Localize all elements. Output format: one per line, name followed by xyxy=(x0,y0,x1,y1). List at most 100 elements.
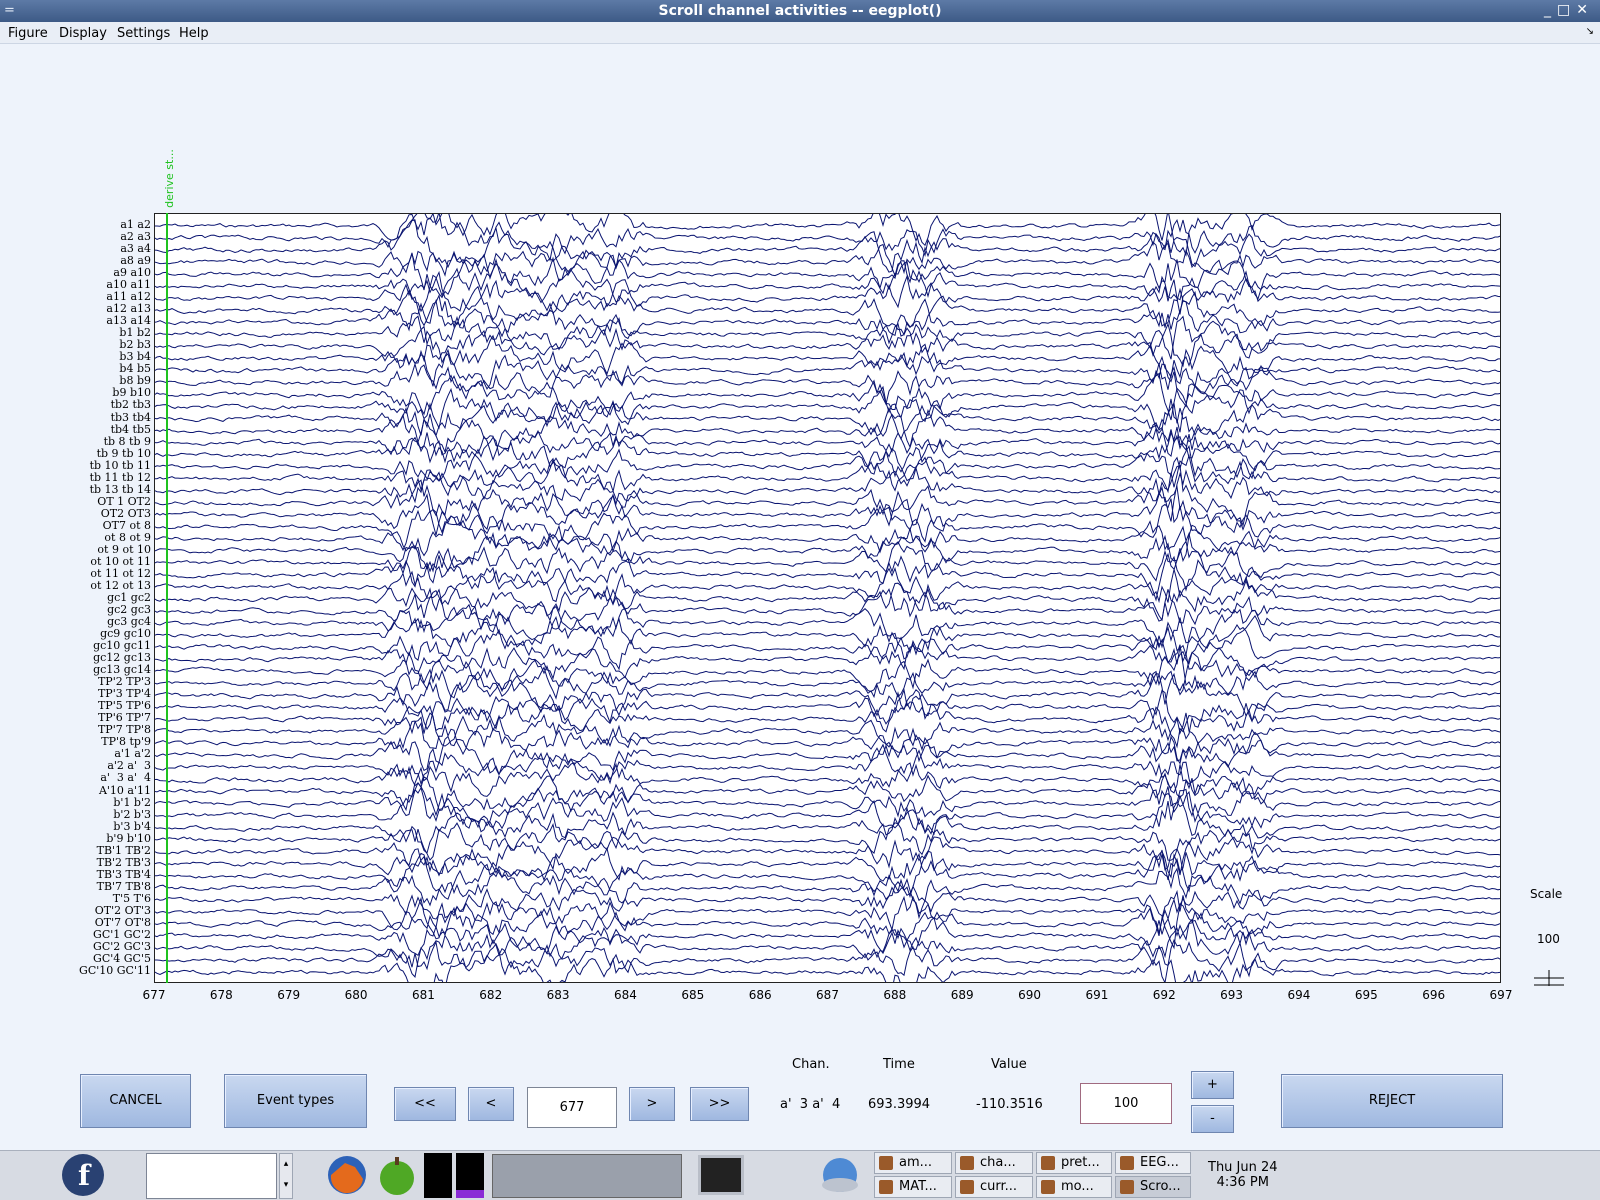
menu-figure[interactable]: Figure xyxy=(8,26,48,41)
dock-arrow-icon[interactable]: ↘ xyxy=(1586,26,1594,37)
channel-label: OT7 ot 8 xyxy=(102,518,151,532)
clock-date: Thu Jun 24 xyxy=(1208,1160,1278,1175)
channel-trace xyxy=(155,270,1500,315)
task-label: curr... xyxy=(980,1179,1018,1194)
task-eeg[interactable]: EEG... xyxy=(1115,1152,1191,1174)
channel-trace xyxy=(155,464,1500,527)
x-tick-label: 685 xyxy=(681,988,705,1002)
channel-trace xyxy=(155,287,1500,338)
channel-label: b'2 b'3 xyxy=(113,807,151,821)
minimize-icon[interactable]: _ xyxy=(1544,2,1557,18)
next-page-button[interactable]: > xyxy=(629,1087,675,1121)
eeg-plot-area[interactable] xyxy=(154,213,1501,983)
apple-app-icon[interactable] xyxy=(375,1153,419,1197)
svg-text:f: f xyxy=(78,1159,92,1192)
app-icon xyxy=(960,1180,974,1194)
event-types-button[interactable]: Event types xyxy=(224,1074,367,1128)
channel-trace xyxy=(155,515,1500,563)
clock[interactable]: Thu Jun 24 4:36 PM xyxy=(1208,1160,1278,1190)
channel-label: b'1 b'2 xyxy=(113,795,151,809)
x-tick-label: 688 xyxy=(883,988,907,1002)
matlab-icon xyxy=(879,1180,893,1194)
task-scro[interactable]: Scro... xyxy=(1115,1176,1191,1198)
channel-label-list: a1 a2 a2 a3 a3 a4 a8 a9 a9 a10 a10 a11 a11 a12… xyxy=(0,213,151,983)
terminal-icon[interactable] xyxy=(456,1153,484,1198)
channel-trace xyxy=(155,498,1500,552)
scale-input[interactable]: 100 xyxy=(1080,1083,1172,1124)
x-tick-label: 695 xyxy=(1354,988,1378,1002)
x-tick-label: 680 xyxy=(344,988,368,1002)
position-input[interactable]: 677 xyxy=(527,1087,617,1128)
last-page-button[interactable]: >> xyxy=(690,1087,749,1121)
channel-trace xyxy=(155,422,1500,464)
scale-value: 100 xyxy=(1537,932,1560,946)
channel-trace xyxy=(155,241,1500,278)
chan-header: Chan. xyxy=(792,1057,830,1072)
cancel-button[interactable]: CANCEL xyxy=(80,1074,191,1128)
x-tick-label: 690 xyxy=(1018,988,1041,1002)
increase-scale-button[interactable]: + xyxy=(1191,1071,1234,1099)
task-label: EEG... xyxy=(1140,1155,1179,1170)
run-input[interactable] xyxy=(146,1153,277,1199)
fedora-logo-icon[interactable]: f xyxy=(60,1152,106,1198)
run-input-spinner[interactable]: ▴ ▾ xyxy=(279,1153,293,1199)
channel-trace xyxy=(155,832,1500,879)
time-value: 693.3994 xyxy=(868,1097,931,1112)
x-tick-label: 697 xyxy=(1489,988,1513,1002)
event-marker: derive st... xyxy=(160,149,176,210)
menu-settings[interactable]: Settings xyxy=(117,26,170,41)
time-header: Time xyxy=(883,1057,915,1072)
x-tick-label: 694 xyxy=(1287,988,1311,1002)
window-controls: _□✕ xyxy=(1544,2,1594,18)
channel-label: TB'1 TB'2 xyxy=(96,843,151,857)
app-icon xyxy=(1041,1180,1055,1194)
task-label: pret... xyxy=(1061,1155,1100,1170)
menu-help[interactable]: Help xyxy=(179,26,209,41)
channel-trace xyxy=(155,214,1500,262)
first-page-button[interactable]: << xyxy=(394,1087,456,1121)
task-label: cha... xyxy=(980,1155,1016,1170)
channel-trace xyxy=(155,260,1500,313)
channel-label: A'10 a'11 xyxy=(98,783,151,797)
window-titlebar[interactable]: = Scroll channel activities -- eegplot()… xyxy=(0,0,1600,22)
desktop-monitor-icon[interactable] xyxy=(698,1155,744,1195)
task-am[interactable]: am... xyxy=(874,1152,952,1174)
menu-display[interactable]: Display xyxy=(59,26,107,41)
scale-bar-icon xyxy=(1534,970,1564,986)
scale-label: Scale xyxy=(1530,887,1563,901)
task-cha[interactable]: cha... xyxy=(955,1152,1033,1174)
value-value: -110.3516 xyxy=(976,1097,1043,1112)
channel-label: tb4 tb5 xyxy=(110,422,151,436)
channel-trace xyxy=(155,743,1500,794)
task-label: MAT... xyxy=(899,1179,937,1194)
workspace-switcher[interactable] xyxy=(492,1154,682,1198)
task-label: mo... xyxy=(1061,1179,1094,1194)
x-tick-label: 683 xyxy=(546,988,570,1002)
channel-label: TB'7 TB'8 xyxy=(96,879,151,893)
task-curr[interactable]: curr... xyxy=(955,1176,1033,1198)
channel-label: tb3 tb4 xyxy=(110,410,151,424)
menu-bar: Figure Display Settings Help ↘ xyxy=(0,22,1600,44)
channel-label: OT 1 OT2 xyxy=(97,494,151,508)
task-pret[interactable]: pret... xyxy=(1036,1152,1112,1174)
close-icon[interactable]: ✕ xyxy=(1576,2,1594,18)
channel-label: tb 11 tb 12 xyxy=(89,470,151,484)
globe-network-icon[interactable] xyxy=(818,1153,862,1197)
x-tick-label: 686 xyxy=(748,988,772,1002)
channel-trace xyxy=(155,896,1500,942)
channel-trace xyxy=(155,464,1500,522)
firefox-icon[interactable] xyxy=(325,1153,369,1197)
time-axis: 677 678 679 680 681 682 683 684 685 686 687 688 689 6… xyxy=(143,986,1513,1006)
channel-trace xyxy=(155,642,1500,691)
task-mo[interactable]: mo... xyxy=(1036,1176,1112,1198)
prev-page-button[interactable]: < xyxy=(468,1087,514,1121)
maximize-icon[interactable]: □ xyxy=(1557,2,1576,18)
decrease-scale-button[interactable]: - xyxy=(1191,1105,1234,1133)
system-monitor-icon[interactable] xyxy=(424,1153,452,1198)
reject-button[interactable]: REJECT xyxy=(1281,1074,1503,1128)
channel-label: tb 9 tb 10 xyxy=(96,446,151,460)
task-label: am... xyxy=(899,1155,933,1170)
x-tick-label: 689 xyxy=(950,988,974,1002)
task-mat[interactable]: MAT... xyxy=(874,1176,952,1198)
channel-label: a' 3 a' 4 xyxy=(100,771,151,785)
